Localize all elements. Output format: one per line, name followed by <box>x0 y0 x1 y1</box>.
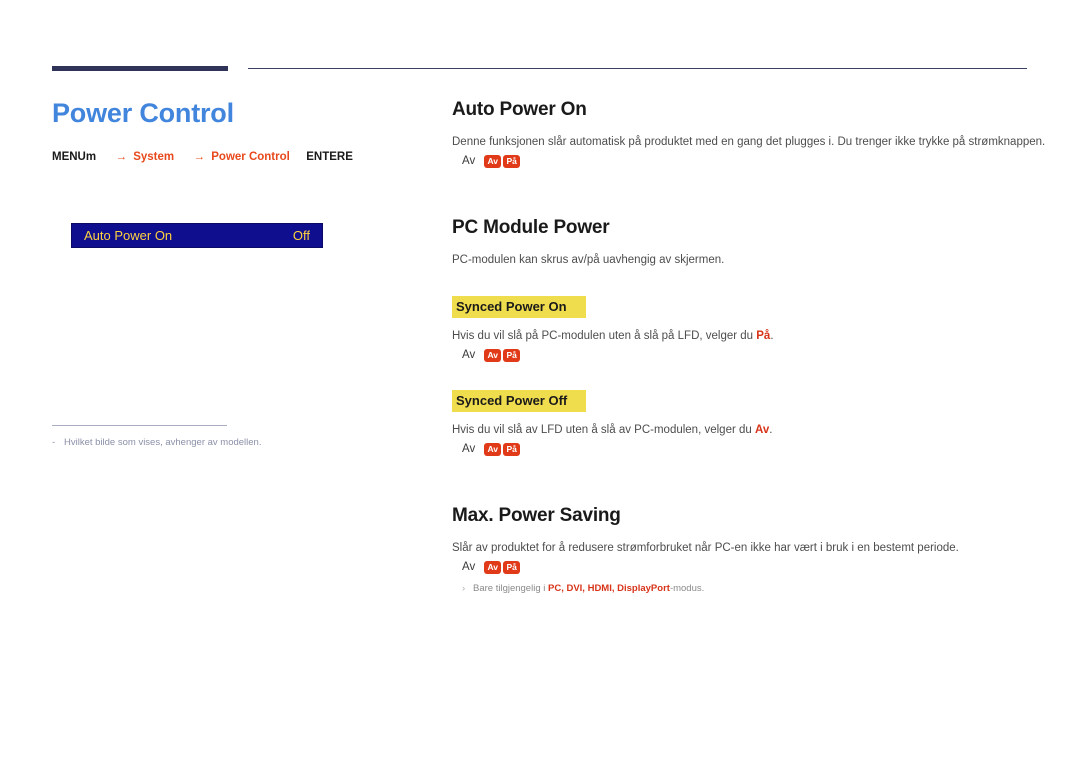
document-page: Power Control MENUm → System → Power Con… <box>0 0 1080 763</box>
breadcrumb-item-power-control[interactable]: Power Control <box>211 151 290 163</box>
breadcrumb: MENUm → System → Power Control ENTERE <box>52 150 412 164</box>
section-body-auto-power-on: Denne funksjonen slår automatisk på prod… <box>452 136 1046 148</box>
section-body-max-power-saving: Slår av produktet for å redusere strømfo… <box>452 542 959 554</box>
footnote-model-disclaimer: - Hvilket bilde som vises, avhenger av mo… <box>52 436 382 449</box>
note-post-text: -modus. <box>669 583 705 594</box>
option-badge-pa[interactable]: På <box>503 154 521 168</box>
subsection-body-strong-off: Av <box>754 424 770 436</box>
osd-item-value: Off <box>292 228 310 243</box>
note-bullet-icon: › <box>462 583 466 594</box>
subsection-title-synced-power-off: Synced Power Off <box>452 390 586 412</box>
section-body-pc-module-power: PC-modulen kan skrus av/på uavhengig av … <box>452 254 725 266</box>
subsection-body-strong-on: På <box>756 330 771 342</box>
option-badge-synced-on-av[interactable]: Av <box>484 348 502 362</box>
options-max-power-saving: Av Av På <box>462 558 1030 576</box>
note-pre-text: Bare tilgjengelig i <box>473 583 548 594</box>
breadcrumb-menu-icon: m <box>85 151 97 163</box>
page-title: Power Control <box>52 98 234 128</box>
option-badge-av[interactable]: Av <box>484 154 502 168</box>
header-rule-line <box>248 68 1027 69</box>
option-badge-synced-on-pa[interactable]: På <box>503 348 521 362</box>
section-title-max-power-saving: Max. Power Saving <box>452 505 621 526</box>
breadcrumb-menu-key: MENU <box>52 151 86 163</box>
options-synced-power-on: Av Av På <box>462 346 1030 364</box>
subsection-body-synced-power-off: Hvis du vil slå av LFD uten å slå av PC-… <box>452 422 1030 438</box>
note-available-modes: › Bare tilgjengelig i PC, DVI, HDMI, Disp… <box>462 582 1030 596</box>
option-label-synced-on[interactable]: Av <box>462 346 475 364</box>
subsection-body-post-on: . <box>770 330 774 342</box>
option-badge-max-av[interactable]: Av <box>484 560 502 574</box>
option-label-max-saving[interactable]: Av <box>462 558 475 576</box>
subsection-title-synced-power-on: Synced Power On <box>452 296 586 318</box>
breadcrumb-arrow-2: → <box>193 151 206 163</box>
options-synced-power-off: Av Av På <box>462 440 1030 458</box>
option-badge-synced-off-av[interactable]: Av <box>484 442 502 456</box>
option-badge-max-pa[interactable]: På <box>503 560 521 574</box>
breadcrumb-enter-key: ENTER <box>306 151 346 163</box>
osd-menu-row-auto-power-on[interactable]: Auto Power On Off <box>71 223 323 248</box>
header-accent-bar <box>52 66 228 71</box>
footnote-bullet: - <box>52 437 56 448</box>
option-badge-synced-off-pa[interactable]: På <box>503 442 521 456</box>
osd-item-label: Auto Power On <box>84 228 173 243</box>
left-column: Power Control MENUm → System → Power Con… <box>52 96 412 164</box>
section-title-auto-power-on: Auto Power On <box>452 99 587 120</box>
breadcrumb-item-system[interactable]: System <box>133 151 174 163</box>
footnote-text: Hvilket bilde som vises, avhenger av mod… <box>64 437 262 448</box>
option-label-off[interactable]: Av <box>462 152 475 170</box>
note-modes-text: PC, DVI, HDMI, DisplayPort <box>548 583 670 594</box>
subsection-body-pre-on: Hvis du vil slå på PC-modulen uten å slå… <box>452 330 757 342</box>
subsection-body-post-off: . <box>769 424 773 436</box>
options-auto-power-on: Av Av På <box>462 152 1030 170</box>
subsection-body-pre-off: Hvis du vil slå av LFD uten å slå av PC-… <box>452 424 755 436</box>
section-title-pc-module-power: PC Module Power <box>452 217 610 238</box>
footnote-divider <box>52 425 227 426</box>
breadcrumb-enter-icon: E <box>345 151 353 163</box>
breadcrumb-arrow-1: → <box>115 151 128 163</box>
option-label-synced-off[interactable]: Av <box>462 440 475 458</box>
subsection-body-synced-power-on: Hvis du vil slå på PC-modulen uten å slå… <box>452 328 1030 344</box>
right-column: Auto Power On Denne funksjonen slår auto… <box>452 98 1046 596</box>
